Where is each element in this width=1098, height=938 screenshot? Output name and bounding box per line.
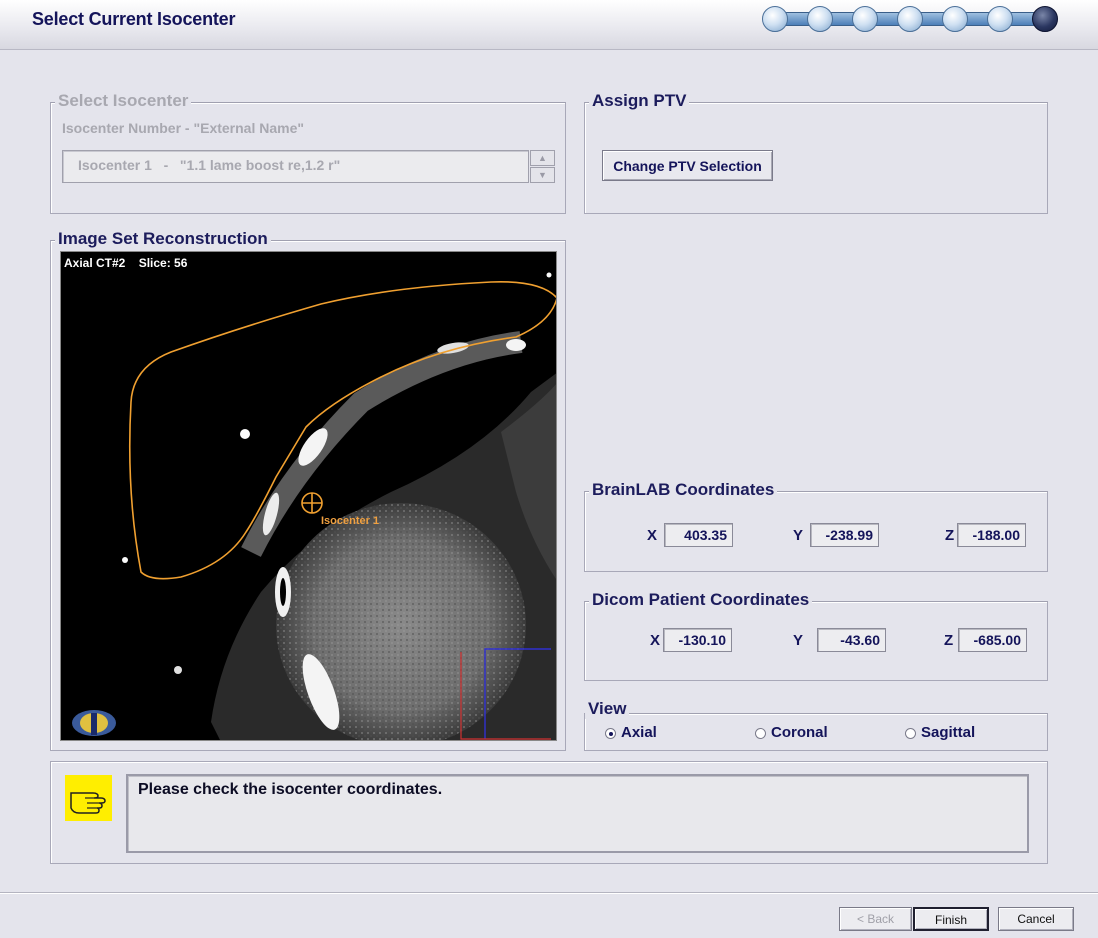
message-panel: Please check the isocenter coordinates. [50, 761, 1048, 864]
view-group: View Axial Coronal Sagittal [584, 699, 1048, 751]
progress-step-4 [897, 6, 923, 32]
brainlab-x-label: X [647, 527, 658, 544]
dicom-z-label: Z [944, 632, 954, 649]
progress-step-5 [942, 6, 968, 32]
message-text: Please check the isocenter coordinates. [126, 774, 1029, 853]
brainlab-x-field: 403.35 [664, 523, 733, 547]
dicom-y-field: -43.60 [817, 628, 886, 652]
image-set-legend: Image Set Reconstruction [55, 229, 271, 249]
progress-step-1 [762, 6, 788, 32]
wizard-progress [762, 4, 1062, 34]
footer-divider [0, 892, 1098, 894]
isocenter-caption: Isocenter Number - "External Name" [62, 120, 305, 136]
cancel-button[interactable]: Cancel [998, 907, 1074, 931]
page-title: Select Current Isocenter [32, 9, 236, 29]
radio-unchecked-icon [905, 728, 916, 739]
assign-ptv-group: Assign PTV Change PTV Selection [584, 91, 1048, 214]
brainlab-z-field: -188.00 [957, 523, 1026, 547]
isocenter-marker-label: Isocenter 1 [321, 515, 380, 527]
radio-checked-icon [605, 728, 616, 739]
isocenter-field: Isocenter 1 - "1.1 lame boost re,1.2 r" [62, 150, 529, 183]
isocenter-spinner: ▲ ▼ [530, 150, 555, 183]
dicom-z-field: -685.00 [958, 628, 1027, 652]
radio-unchecked-icon [755, 728, 766, 739]
progress-step-7-current [1032, 6, 1058, 32]
dicom-x-field: -130.10 [663, 628, 732, 652]
select-isocenter-group: Select Isocenter Isocenter Number - "Ext… [50, 91, 566, 214]
progress-step-6 [987, 6, 1013, 32]
select-isocenter-legend: Select Isocenter [55, 91, 192, 111]
progress-step-2 [807, 6, 833, 32]
back-button[interactable]: < Back [839, 907, 912, 931]
brainlab-coordinates-group: BrainLAB Coordinates X 403.35 Y -238.99 … [584, 480, 1048, 572]
view-radio-coronal-label: Coronal [771, 724, 828, 741]
view-radio-sagittal-label: Sagittal [921, 724, 976, 741]
view-legend: View [585, 699, 630, 719]
brainlab-logo-icon [72, 710, 116, 736]
spin-up-icon: ▲ [530, 150, 555, 166]
change-ptv-button[interactable]: Change PTV Selection [602, 150, 773, 181]
ct-image-viewer[interactable]: Axial CT#2 Slice: 56 Isocenter 1 [60, 251, 557, 741]
assign-ptv-legend: Assign PTV [589, 91, 690, 111]
dicom-x-label: X [650, 632, 661, 649]
brainlab-legend: BrainLAB Coordinates [589, 480, 778, 500]
ct-view-label: Axial CT#2 Slice: 56 [64, 256, 188, 270]
brainlab-z-label: Z [945, 527, 955, 544]
dicom-legend: Dicom Patient Coordinates [589, 590, 813, 610]
wizard-header: Select Current Isocenter [0, 0, 1098, 50]
progress-step-3 [852, 6, 878, 32]
finish-button[interactable]: Finish [913, 907, 989, 931]
image-set-group: Image Set Reconstruction Axial CT#2 Slic… [50, 229, 566, 751]
brainlab-y-label: Y [793, 527, 804, 544]
spin-down-icon: ▼ [530, 167, 555, 183]
dicom-coordinates-group: Dicom Patient Coordinates X -130.10 Y -4… [584, 590, 1048, 681]
brainlab-y-field: -238.99 [810, 523, 879, 547]
pointing-hand-icon [65, 775, 112, 821]
ct-slice-image [122, 272, 556, 740]
view-radio-axial-label: Axial [621, 724, 657, 741]
dicom-y-label: Y [793, 632, 804, 649]
